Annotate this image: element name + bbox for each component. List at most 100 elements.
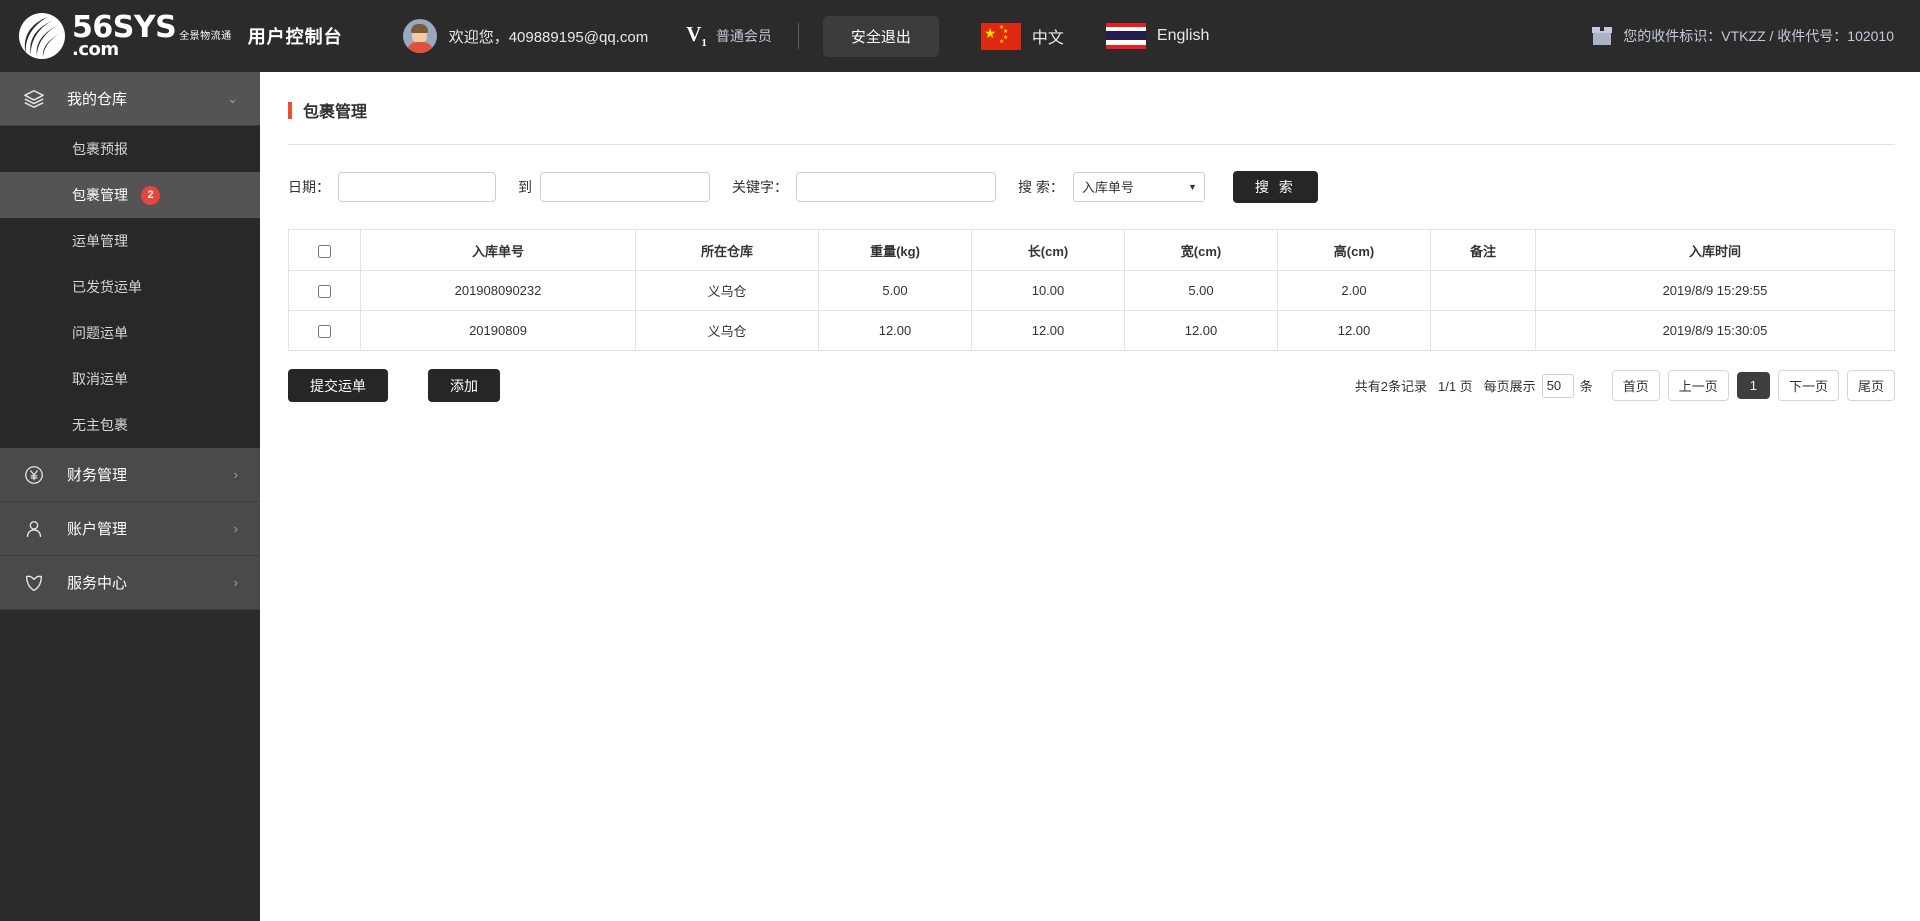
table-header-row: 入库单号 所在仓库 重量(kg) 长(cm) 宽(cm) 高(cm) 备注 入库… xyxy=(288,229,1895,271)
sidebar-item-label: 包裹预报 xyxy=(72,141,128,157)
chevron-right-icon: › xyxy=(233,467,238,482)
page-title: 包裹管理 xyxy=(303,104,368,121)
sidebar-group-label: 我的仓库 xyxy=(67,91,128,108)
pagination-next-button[interactable]: 下一页 xyxy=(1777,370,1839,401)
chevron-down-icon: ⌄ xyxy=(227,90,238,106)
cell-width: 5.00 xyxy=(1124,270,1278,311)
package-table-wrap: 入库单号 所在仓库 重量(kg) 长(cm) 宽(cm) 高(cm) 备注 入库… xyxy=(260,203,1920,351)
receiver-identifier-text: 您的收件标识：VTKZZ / 收件代号：102010 xyxy=(1623,28,1894,44)
sidebar-item-label: 无主包裹 xyxy=(72,417,128,433)
select-all-checkbox[interactable] xyxy=(318,244,331,258)
table-row[interactable]: 201908090232 义乌仓 5.00 10.00 5.00 2.00 20… xyxy=(288,270,1895,311)
vip-badge-icon: V1 xyxy=(686,22,707,50)
keyword-label: 关键字： xyxy=(732,179,788,195)
yuan-circle-icon xyxy=(22,463,46,487)
keyword-input[interactable] xyxy=(796,172,996,202)
sidebar-group-service-center[interactable]: 服务中心 › xyxy=(0,556,260,610)
row-select-cell xyxy=(288,270,361,311)
search-by-label: 搜 索： xyxy=(1018,179,1064,195)
header-divider xyxy=(797,23,799,49)
pagination-prev-button[interactable]: 上一页 xyxy=(1667,370,1729,401)
sidebar-item-waybill-management[interactable]: 运单管理 xyxy=(0,218,260,264)
pagination-current-page[interactable]: 1 xyxy=(1736,372,1770,399)
cell-warehouse: 义乌仓 xyxy=(635,310,819,351)
pagination: 共有2条记录 1/1 页 每页展示 条 首页 上一页 1 下一页 尾页 xyxy=(1355,370,1895,401)
sidebar-item-label: 问题运单 xyxy=(72,325,128,341)
cell-note xyxy=(1430,270,1536,311)
date-range-separator: 到 xyxy=(518,179,532,195)
welcome-text: 欢迎您，409889195@qq.com xyxy=(448,28,649,46)
console-title: 用户控制台 xyxy=(247,27,343,47)
search-filter-bar: 日期： 到 关键字： 搜 索： 入库单号 ▼ 搜 索 xyxy=(260,145,1920,203)
date-from-input[interactable] xyxy=(338,172,496,202)
table-row[interactable]: 20190809 义乌仓 12.00 12.00 12.00 12.00 201… xyxy=(288,310,1895,351)
title-accent-bar xyxy=(288,101,292,119)
sidebar-item-unclaimed-packages[interactable]: 无主包裹 xyxy=(0,402,260,448)
thailand-flag-icon xyxy=(1105,22,1146,50)
sidebar-item-shipped-waybills[interactable]: 已发货运单 xyxy=(0,264,260,310)
cell-order-no: 20190809 xyxy=(360,310,636,351)
receiver-identifier: 您的收件标识：VTKZZ / 收件代号：102010 xyxy=(1592,26,1894,46)
sidebar-item-label: 取消运单 xyxy=(72,371,128,387)
table-header-note: 备注 xyxy=(1430,229,1536,271)
brand-logo[interactable]: 56SYS 全景物流通 .com xyxy=(18,12,232,60)
china-flag-icon: ★ ★ ★ ★ ★ xyxy=(980,22,1021,50)
table-header-select-all xyxy=(288,229,361,271)
logout-button[interactable]: 安全退出 xyxy=(822,15,939,57)
search-button[interactable]: 搜 索 xyxy=(1232,171,1318,203)
top-header-bar: 56SYS 全景物流通 .com 用户控制台 欢迎您，409889195@qq.… xyxy=(0,0,1920,72)
sidebar-item-problem-waybills[interactable]: 问题运单 xyxy=(0,310,260,356)
table-header-length: 长(cm) xyxy=(971,229,1125,271)
language-switch-chinese[interactable]: ★ ★ ★ ★ ★ 中文 xyxy=(980,22,1064,50)
cell-time: 2019/8/9 15:29:55 xyxy=(1535,270,1895,311)
submit-waybill-button[interactable]: 提交运单 xyxy=(288,369,388,402)
actions-and-pagination-row: 提交运单 添加 共有2条记录 1/1 页 每页展示 条 首页 上一页 1 下一页… xyxy=(260,351,1920,402)
page-title-row: 包裹管理 xyxy=(260,72,1920,122)
sidebar-item-label: 包裹管理 xyxy=(72,187,128,203)
cell-weight: 5.00 xyxy=(818,270,972,311)
per-page-input[interactable] xyxy=(1541,373,1574,398)
sidebar-group-my-warehouse[interactable]: 我的仓库 ⌄ xyxy=(0,72,260,126)
user-icon xyxy=(22,517,46,541)
row-checkbox[interactable] xyxy=(318,325,331,339)
sidebar-item-package-forecast[interactable]: 包裹预报 xyxy=(0,126,260,172)
package-table: 入库单号 所在仓库 重量(kg) 长(cm) 宽(cm) 高(cm) 备注 入库… xyxy=(288,229,1895,351)
add-button[interactable]: 添加 xyxy=(428,369,500,402)
row-select-cell xyxy=(288,310,361,351)
sidebar-item-badge: 2 xyxy=(141,185,160,205)
page-body: 我的仓库 ⌄ 包裹预报 包裹管理 2 运单管理 已发货运单 问题运单 取消运单 … xyxy=(0,72,1920,921)
sidebar-group-label: 财务管理 xyxy=(67,467,128,484)
sidebar-item-package-management[interactable]: 包裹管理 2 xyxy=(0,172,260,218)
membership-label: 普通会员 xyxy=(715,28,772,44)
table-header-weight: 重量(kg) xyxy=(818,229,972,271)
package-box-icon xyxy=(1592,27,1613,45)
row-checkbox[interactable] xyxy=(318,285,331,299)
table-header-warehouse: 所在仓库 xyxy=(635,229,819,271)
pagination-per-page-label: 每页展示 xyxy=(1483,379,1536,394)
language-label-english: English xyxy=(1156,27,1210,44)
sidebar-nav: 我的仓库 ⌄ 包裹预报 包裹管理 2 运单管理 已发货运单 问题运单 取消运单 … xyxy=(0,72,260,921)
cell-length: 10.00 xyxy=(971,270,1125,311)
membership-level: V1 普通会员 xyxy=(686,22,772,49)
date-label: 日期： xyxy=(288,179,330,195)
search-by-select[interactable]: 入库单号 xyxy=(1072,172,1205,202)
main-content: 包裹管理 日期： 到 关键字： 搜 索： 入库单号 ▼ 搜 索 入库单号 所在仓… xyxy=(260,72,1920,921)
pagination-last-button[interactable]: 尾页 xyxy=(1846,370,1895,401)
cell-weight: 12.00 xyxy=(818,310,972,351)
sidebar-group-label: 账户管理 xyxy=(67,521,128,538)
cell-warehouse: 义乌仓 xyxy=(635,270,819,311)
table-header-time: 入库时间 xyxy=(1535,229,1895,271)
sidebar-group-account[interactable]: 账户管理 › xyxy=(0,502,260,556)
cell-order-no: 201908090232 xyxy=(360,270,636,311)
table-header-order-no: 入库单号 xyxy=(360,229,636,271)
pagination-first-button[interactable]: 首页 xyxy=(1611,370,1660,401)
cell-height: 12.00 xyxy=(1277,310,1431,351)
sidebar-item-cancelled-waybills[interactable]: 取消运单 xyxy=(0,356,260,402)
search-by-select-wrap: 入库单号 ▼ xyxy=(1072,172,1205,202)
date-to-input[interactable] xyxy=(540,172,710,202)
language-switch-english[interactable]: English xyxy=(1105,22,1210,50)
avatar[interactable] xyxy=(402,19,437,53)
layers-icon xyxy=(22,87,46,111)
sidebar-group-finance[interactable]: 财务管理 › xyxy=(0,448,260,502)
sidebar-group-label: 服务中心 xyxy=(67,575,128,592)
